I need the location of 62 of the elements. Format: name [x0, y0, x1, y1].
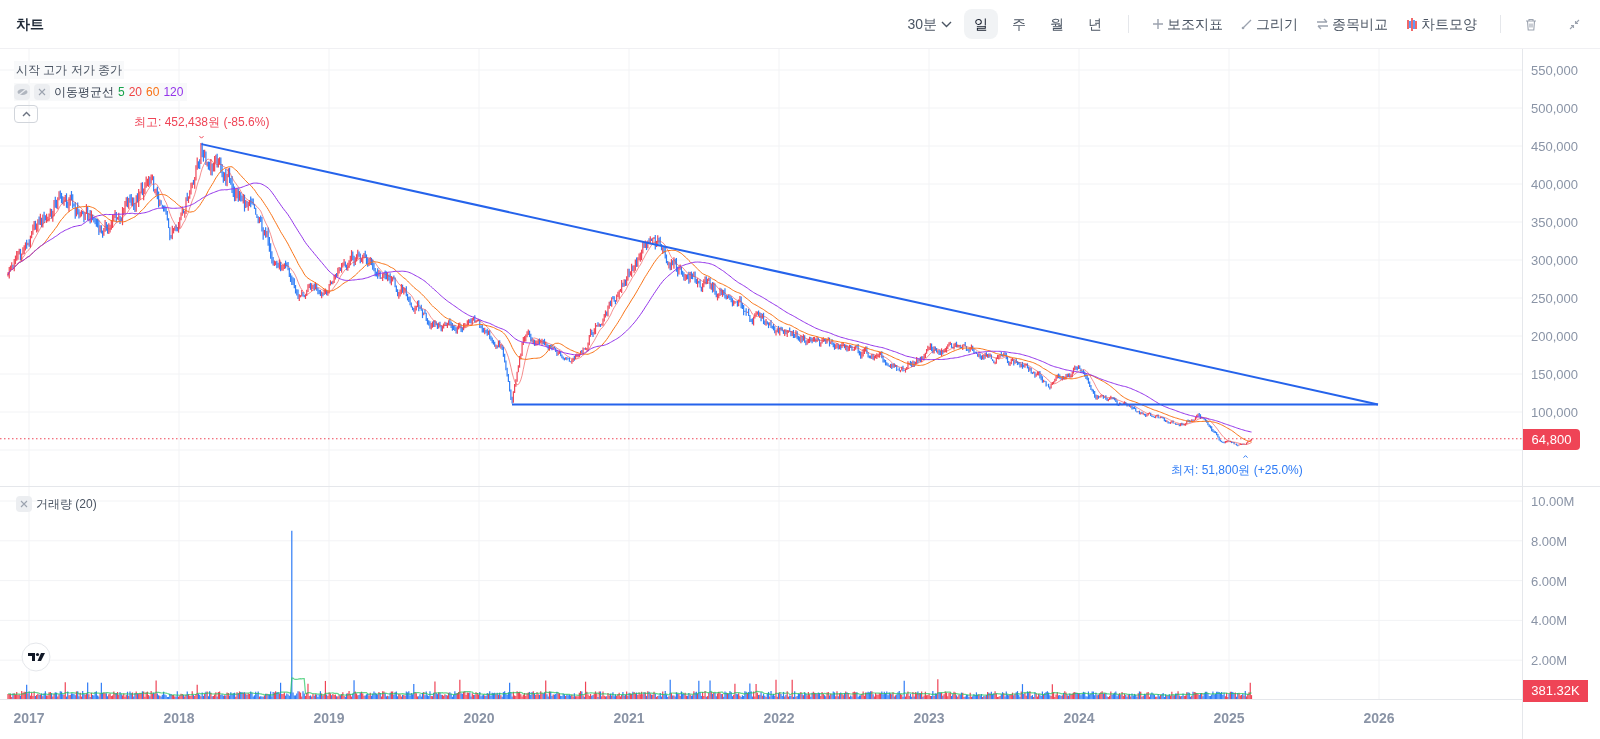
indicator-period: 60 [146, 84, 160, 101]
period-tab[interactable]: 월 [1040, 9, 1074, 39]
indicator-period: 5 [118, 84, 125, 101]
price-axis-label: 350,000 [1531, 214, 1578, 232]
x-axis-label: 2018 [163, 709, 195, 728]
x-axis-label: 2021 [613, 709, 645, 728]
x-axis-label: 2020 [463, 709, 495, 728]
volume-axis-label: 2.00M [1531, 652, 1568, 671]
visibility-toggle[interactable] [14, 84, 30, 100]
indicator-period: 120 [163, 84, 184, 101]
eye-off-icon [16, 88, 28, 96]
volume-axis-label: 10.00M [1531, 493, 1575, 511]
period-tab[interactable]: 일 [964, 9, 998, 39]
candles-icon [1406, 17, 1418, 31]
price-axis-label: 400,000 [1531, 176, 1578, 194]
toolbar-button[interactable]: 보조지표 [1145, 9, 1230, 39]
period-tab[interactable]: 주 [1002, 9, 1036, 39]
price-axis-label: 450,000 [1531, 138, 1578, 156]
price-axis-label: 300,000 [1531, 252, 1578, 270]
price-axis-label: 550,000 [1531, 62, 1578, 80]
volume-axis-label: 4.00M [1531, 612, 1568, 631]
indicator-period: 20 [128, 84, 143, 101]
remove-indicator-button[interactable] [16, 496, 32, 512]
last-price-badge: 64,800 [1523, 428, 1580, 451]
price-axis-label: 150,000 [1531, 366, 1578, 384]
ohlc-legend: 시작 고가 저가 종가 [14, 61, 124, 79]
toolbar-button[interactable]: 그리기 [1234, 9, 1305, 39]
chevron-down-icon [941, 20, 952, 28]
price-axis-label: 200,000 [1531, 328, 1578, 346]
swap-icon [1316, 18, 1329, 30]
trash-icon[interactable] [1525, 17, 1537, 31]
x-axis-label: 2019 [313, 709, 345, 728]
x-axis-label: 2022 [763, 709, 795, 728]
price-axis-label: 250,000 [1531, 290, 1578, 308]
logo-icon[interactable] [21, 642, 51, 672]
x-axis-label: 2017 [13, 709, 45, 728]
volume-axis-label: 6.00M [1531, 572, 1568, 591]
x-axis-label: 2024 [1063, 709, 1095, 728]
price-axis-label: 100,000 [1531, 404, 1578, 422]
price-axis-label: 500,000 [1531, 100, 1578, 118]
low-price-label: 최저: 51,800원 (+25.0%) [1171, 461, 1303, 479]
toolbar-button[interactable]: 종목비교 [1309, 9, 1395, 39]
chevron-up-icon [21, 111, 31, 117]
x-axis-label: 2025 [1213, 709, 1245, 728]
chart-title: 차트 [16, 14, 44, 34]
x-axis-label: 2023 [913, 709, 945, 728]
close-icon [20, 500, 28, 508]
close-icon [38, 88, 46, 96]
last-volume-badge: 381.32K [1523, 680, 1588, 702]
line-tool-icon [1241, 18, 1253, 30]
toolbar-button[interactable]: 차트모양 [1399, 9, 1484, 39]
indicator-name: 이동평균선 [54, 84, 114, 101]
collapse-legend-button[interactable] [14, 105, 38, 123]
x-axis-label: 2026 [1363, 709, 1395, 728]
volume-axis-label: 8.00M [1531, 532, 1568, 551]
high-price-label: 최고: 452,438원 (-85.6%) [134, 114, 270, 132]
volume-indicator-label: 거래량 (20) [36, 496, 97, 513]
period-tab[interactable]: 년 [1078, 9, 1112, 39]
collapse-icon[interactable] [1569, 18, 1580, 30]
remove-indicator-button[interactable] [34, 84, 50, 100]
plus-icon [1152, 18, 1164, 30]
interval-dropdown[interactable]: 30분 [899, 9, 960, 39]
